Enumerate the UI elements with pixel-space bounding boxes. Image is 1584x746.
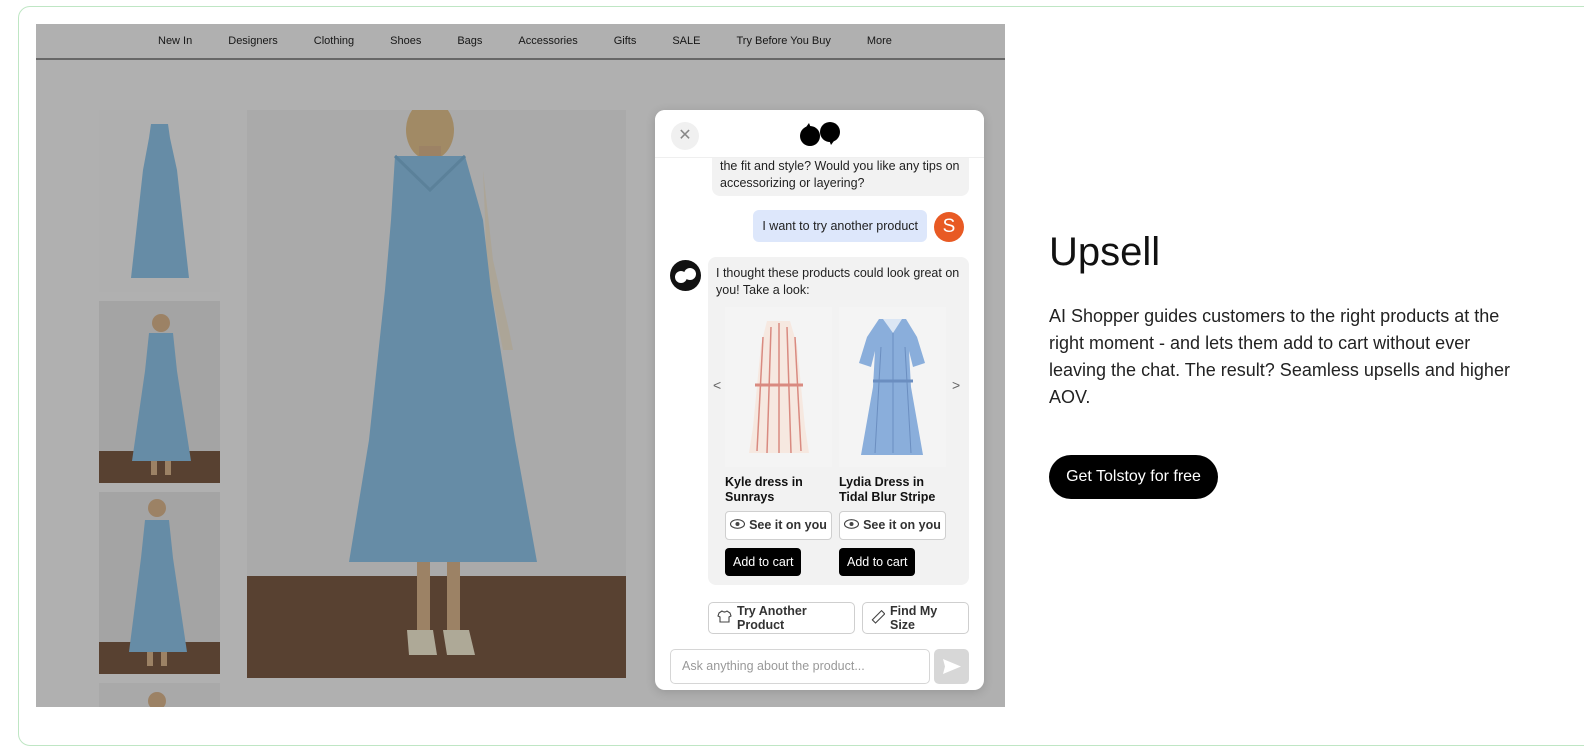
product-card: Kyle dress in Sunrays See it on you Add … [725, 307, 832, 576]
close-icon[interactable]: ✕ [671, 122, 699, 150]
user-avatar: S [934, 212, 964, 242]
product-name: Kyle dress in Sunrays [725, 475, 803, 504]
product-image[interactable] [839, 307, 946, 467]
see-it-on-you-label: See it on you [749, 518, 827, 532]
find-my-size-label: Find My Size [890, 604, 938, 632]
try-another-product-button[interactable]: Try Another Product [708, 602, 855, 634]
eye-icon [843, 517, 860, 534]
bot-message-text: the fit and style? Would you like any ti… [720, 159, 960, 190]
carousel-prev-button[interactable]: < [713, 377, 721, 394]
shirt-icon [717, 610, 732, 626]
section-title: Upsell [1049, 230, 1161, 274]
find-my-size-button[interactable]: Find My Size [862, 602, 969, 634]
user-message: I want to try another product [753, 210, 927, 242]
product-card: Lydia Dress in Tidal Blur Stripe See it … [839, 307, 946, 576]
chat-input[interactable]: Ask anything about the product... [670, 649, 930, 684]
product-image[interactable] [725, 307, 832, 467]
ruler-icon [871, 609, 886, 627]
product-name: Lydia Dress in Tidal Blur Stripe [839, 475, 936, 504]
try-another-product-label: Try Another Product [737, 604, 807, 632]
see-it-on-you-button[interactable]: See it on you [839, 511, 946, 540]
eye-icon [729, 517, 746, 534]
tolstoy-logo-icon [800, 122, 840, 146]
get-tolstoy-button[interactable]: Get Tolstoy for free [1049, 455, 1218, 499]
send-icon [943, 659, 961, 674]
carousel-next-button[interactable]: > [952, 377, 960, 394]
add-to-cart-button[interactable]: Add to cart [839, 548, 916, 576]
add-to-cart-button[interactable]: Add to cart [725, 548, 802, 576]
chat-header: ✕ [655, 110, 984, 158]
send-button[interactable] [934, 649, 969, 684]
section-description: AI Shopper guides customers to the right… [1049, 306, 1510, 407]
bot-message-text: I thought these products could look grea… [716, 266, 960, 297]
bot-message-products: I thought these products could look grea… [708, 257, 969, 585]
see-it-on-you-button[interactable]: See it on you [725, 511, 832, 540]
bot-avatar-icon [670, 260, 701, 291]
ai-shopper-chat: ✕ the fit and style? Would you like any … [655, 110, 984, 690]
see-it-on-you-label: See it on you [863, 518, 941, 532]
